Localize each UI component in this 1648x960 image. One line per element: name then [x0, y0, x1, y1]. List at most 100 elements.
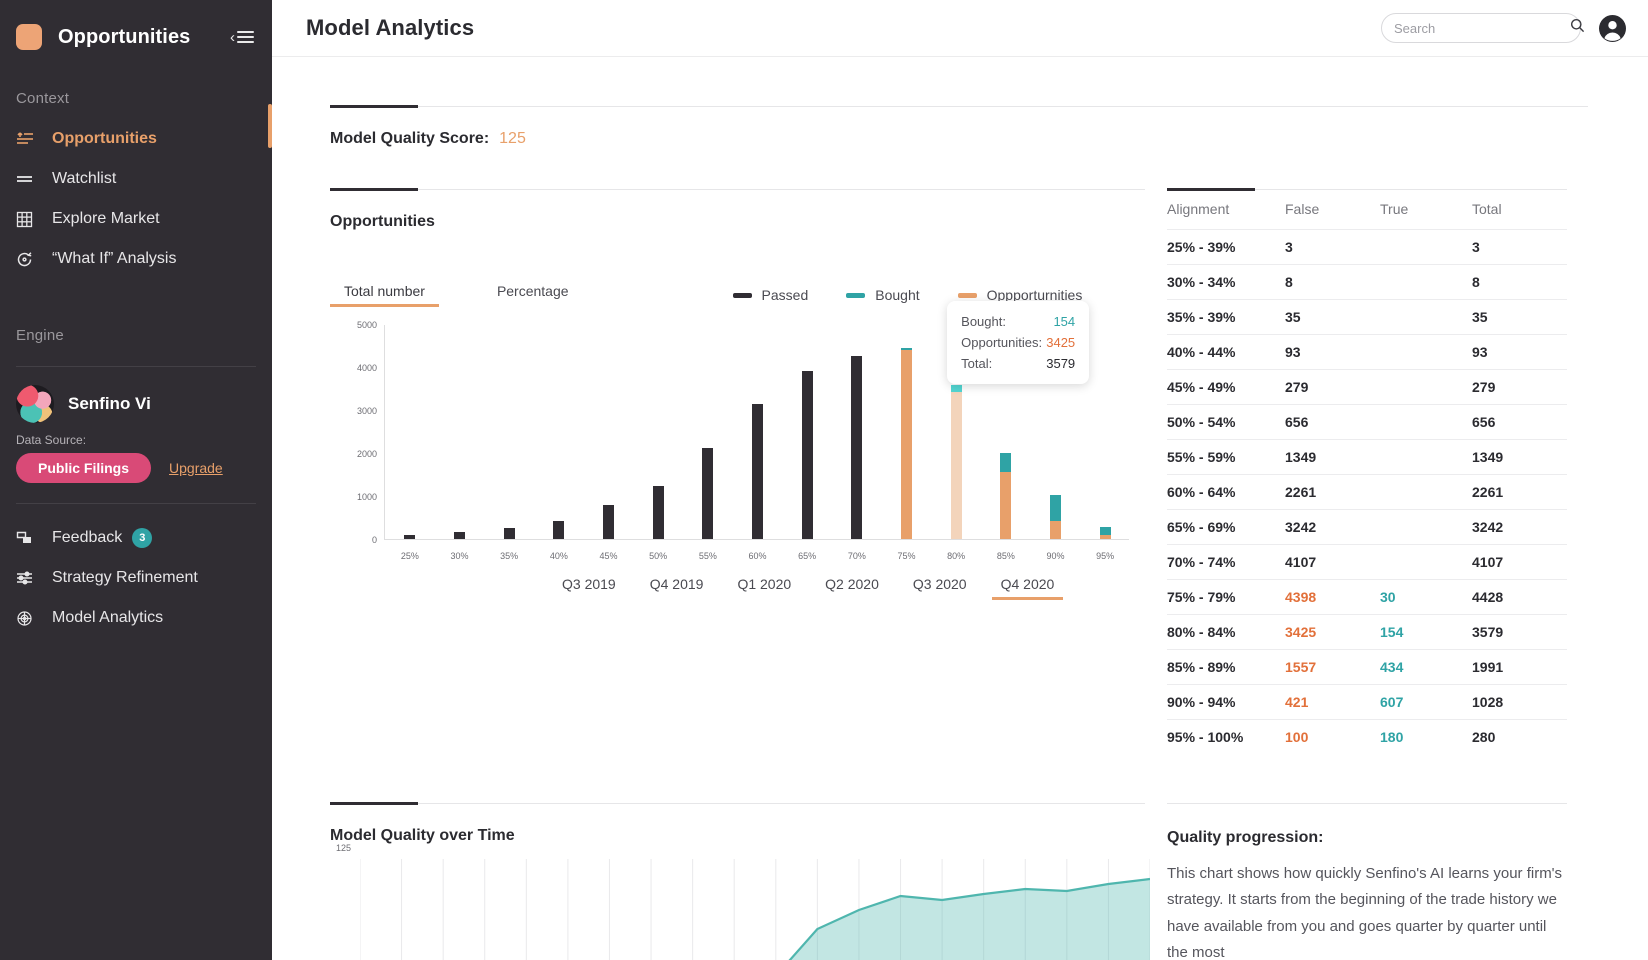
- table-cell: 1349: [1285, 440, 1380, 475]
- bar-segment: [603, 505, 614, 539]
- search-input[interactable]: [1394, 21, 1570, 36]
- table-row[interactable]: 50% - 54%656656: [1167, 405, 1567, 440]
- opportunities-title: Opportunities: [330, 213, 1145, 231]
- bar-group[interactable]: 70%: [834, 356, 880, 539]
- y-axis-tick: 1000: [357, 492, 377, 502]
- tab-total-number[interactable]: Total number: [330, 283, 439, 307]
- section-rule-table: [1167, 188, 1567, 191]
- sidebar-item-feedback[interactable]: Feedback 3: [0, 518, 272, 558]
- table-row[interactable]: 35% - 39%3535: [1167, 300, 1567, 335]
- bar-group[interactable]: 65%: [784, 371, 830, 539]
- table-cell: 8: [1285, 265, 1380, 300]
- table-cell: 154: [1380, 615, 1472, 650]
- quarter-tab[interactable]: Q3 2019: [545, 576, 633, 600]
- table-cell: 607: [1380, 685, 1472, 720]
- bar-segment: [901, 350, 912, 539]
- table-cell: 180: [1380, 720, 1472, 755]
- tooltip-value: 3425: [1046, 335, 1075, 350]
- tooltip-row: Total:3579: [961, 353, 1075, 374]
- sidebar-brand: Opportunities: [58, 26, 230, 49]
- sidebar-section-engine: Engine: [0, 279, 272, 356]
- table-row[interactable]: 45% - 49%279279: [1167, 370, 1567, 405]
- table-row[interactable]: 40% - 44%9393: [1167, 335, 1567, 370]
- sidebar-item-label: Watchlist: [52, 170, 116, 188]
- table-row[interactable]: 55% - 59%13491349: [1167, 440, 1567, 475]
- sidebar-item-label: Feedback: [52, 529, 122, 547]
- bar-segment: [702, 448, 713, 539]
- content-scroll[interactable]: Model Quality Score: 125 Opportunities T…: [272, 57, 1648, 960]
- sidebar-item-opportunities[interactable]: Opportunities: [0, 119, 272, 159]
- sidebar-item-watchlist[interactable]: Watchlist: [0, 159, 272, 199]
- search-box[interactable]: [1381, 13, 1581, 43]
- table-row[interactable]: 60% - 64%22612261: [1167, 475, 1567, 510]
- table-cell: 35: [1472, 300, 1567, 335]
- sidebar-user[interactable]: Senfino Vi: [0, 367, 272, 423]
- bar-group[interactable]: 45%: [586, 505, 632, 539]
- sliders-icon: [16, 570, 40, 586]
- quarter-tab[interactable]: Q4 2020: [984, 576, 1072, 600]
- watchlist-icon: [16, 172, 40, 186]
- area-chart[interactable]: 125: [360, 859, 1150, 960]
- quarter-tab[interactable]: Q3 2020: [896, 576, 984, 600]
- chevron-left-icon: ‹: [230, 30, 235, 45]
- table-cell: 95% - 100%: [1167, 720, 1285, 755]
- bar-group[interactable]: 50%: [635, 486, 681, 539]
- data-source-badge[interactable]: Public Filings: [16, 453, 151, 483]
- bar-group[interactable]: 85%: [983, 453, 1029, 539]
- sidebar-collapse-button[interactable]: ‹: [230, 28, 254, 46]
- sidebar-item-strategy-refinement[interactable]: Strategy Refinement: [0, 558, 272, 598]
- table-row[interactable]: 75% - 79%4398304428: [1167, 580, 1567, 615]
- legend-item-passed[interactable]: Passed: [733, 287, 809, 303]
- table-cell: [1380, 300, 1472, 335]
- sidebar-item-what-if-analysis[interactable]: “What If” Analysis: [0, 239, 272, 279]
- table-cell: [1380, 440, 1472, 475]
- bar-group[interactable]: 60%: [735, 404, 781, 539]
- account-circle-icon[interactable]: [1599, 15, 1626, 42]
- opportunities-block: Opportunities Total number Percentage Pa…: [272, 148, 1648, 754]
- upgrade-link[interactable]: Upgrade: [169, 460, 223, 476]
- quarter-tab[interactable]: Q1 2020: [720, 576, 808, 600]
- tab-percentage[interactable]: Percentage: [483, 283, 583, 307]
- bar-group[interactable]: 55%: [685, 448, 731, 539]
- bar-group[interactable]: 40%: [536, 521, 582, 539]
- table-row[interactable]: 95% - 100%100180280: [1167, 720, 1567, 755]
- search-icon[interactable]: [1570, 18, 1585, 38]
- table-cell: 656: [1285, 405, 1380, 440]
- bar-group[interactable]: 75%: [884, 348, 930, 539]
- sidebar-item-explore-market[interactable]: Explore Market: [0, 199, 272, 239]
- quarter-tab[interactable]: Q4 2019: [633, 576, 721, 600]
- sidebar-item-model-analytics[interactable]: Model Analytics: [0, 598, 272, 638]
- table-row[interactable]: 70% - 74%41074107: [1167, 545, 1567, 580]
- table-row[interactable]: 25% - 39%33: [1167, 230, 1567, 265]
- bar-chart-plot[interactable]: 010002000300040005000 25%30%35%40%45%50%…: [384, 325, 1129, 540]
- table-cell: 280: [1472, 720, 1567, 755]
- area-chart-svg: [360, 859, 1150, 960]
- table-cell: 279: [1472, 370, 1567, 405]
- bar-group[interactable]: 25%: [387, 535, 433, 539]
- table-cell: [1380, 335, 1472, 370]
- bar-group[interactable]: 80%: [933, 385, 979, 539]
- x-axis-tick: 75%: [897, 551, 915, 561]
- sidebar: Opportunities ‹ Context Opportunities: [0, 0, 272, 960]
- legend-item-bought[interactable]: Bought: [846, 287, 919, 303]
- bar-group[interactable]: 90%: [1033, 495, 1079, 539]
- sidebar-header: Opportunities ‹: [0, 6, 272, 68]
- bar-group[interactable]: 35%: [486, 528, 532, 539]
- table-row[interactable]: 85% - 89%15574341991: [1167, 650, 1567, 685]
- table-cell: 45% - 49%: [1167, 370, 1285, 405]
- opportunities-icon: [16, 131, 40, 147]
- bar-group[interactable]: 30%: [437, 532, 483, 539]
- model-quality-score-value: 125: [499, 130, 526, 148]
- table-row[interactable]: 90% - 94%4216071028: [1167, 685, 1567, 720]
- bar-group[interactable]: 95%: [1082, 527, 1128, 539]
- quarter-tabs: Q3 2019 Q4 2019 Q1 2020 Q2 2020 Q3 2020 …: [545, 576, 1145, 600]
- table-row[interactable]: 65% - 69%32423242: [1167, 510, 1567, 545]
- chart-tooltip: Bought:154Opportunities:3425Total:3579: [947, 301, 1089, 384]
- topbar: Model Analytics: [272, 0, 1648, 57]
- quality-over-time-block: Model Quality over Time 125 Quality prog…: [272, 754, 1648, 960]
- x-axis-tick: 55%: [699, 551, 717, 561]
- quarter-tab[interactable]: Q2 2020: [808, 576, 896, 600]
- table-row[interactable]: 30% - 34%88: [1167, 265, 1567, 300]
- table-cell: 434: [1380, 650, 1472, 685]
- table-row[interactable]: 80% - 84%34251543579: [1167, 615, 1567, 650]
